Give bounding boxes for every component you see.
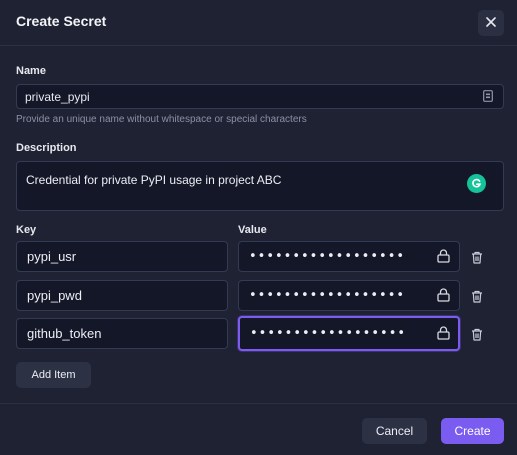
dialog-title: Create Secret: [16, 13, 107, 29]
description-input[interactable]: Credential for private PyPI usage in pro…: [16, 161, 504, 211]
key-input-pypi-usr[interactable]: [16, 241, 228, 272]
create-button[interactable]: Create: [441, 418, 504, 444]
dialog-footer: Cancel Create: [0, 403, 517, 455]
key-column-label: Key: [16, 224, 37, 236]
text-field-icon: [481, 89, 495, 103]
close-button[interactable]: [478, 10, 504, 36]
grammarly-icon[interactable]: [467, 174, 486, 193]
trash-icon[interactable]: [469, 288, 485, 304]
lock-icon[interactable]: [436, 249, 450, 263]
cancel-button[interactable]: Cancel: [362, 418, 427, 444]
trash-icon[interactable]: [469, 326, 485, 342]
key-input-github-token[interactable]: [16, 318, 228, 349]
value-column-label: Value: [238, 224, 267, 236]
add-item-button[interactable]: Add Item: [16, 362, 91, 388]
value-input-pypi-pwd[interactable]: [238, 280, 460, 311]
value-input-github-token[interactable]: [238, 316, 460, 351]
dialog-header: Create Secret: [0, 0, 517, 46]
name-input[interactable]: [16, 84, 504, 109]
close-icon: [486, 14, 496, 32]
name-hint: Provide an unique name without whitespac…: [16, 114, 307, 125]
key-input-pypi-pwd[interactable]: [16, 280, 228, 311]
create-secret-dialog: Create Secret Name Provide an unique nam…: [0, 0, 517, 455]
description-label: Description: [16, 142, 77, 154]
name-label: Name: [16, 65, 46, 77]
lock-icon[interactable]: [436, 326, 450, 340]
value-input-pypi-usr[interactable]: [238, 241, 460, 272]
lock-icon[interactable]: [436, 288, 450, 302]
trash-icon[interactable]: [469, 249, 485, 265]
